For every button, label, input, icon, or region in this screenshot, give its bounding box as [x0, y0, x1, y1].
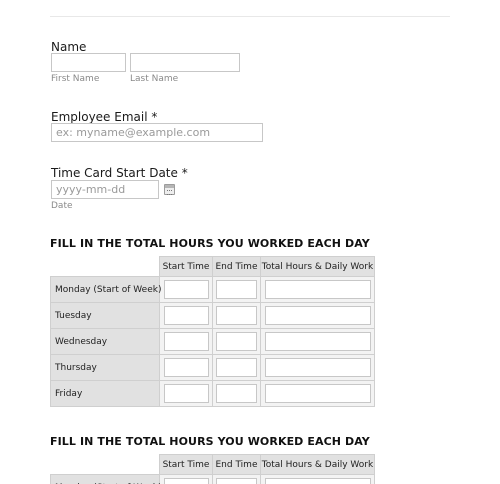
table-corner-cell [50, 256, 160, 277]
hours-table-1: Start Time End Time Total Hours & Daily Wo… [50, 256, 375, 407]
table-cell [159, 302, 213, 329]
table-cell [212, 380, 261, 407]
table-cell [159, 474, 213, 484]
table-cell [212, 474, 261, 484]
table-cell [260, 474, 375, 484]
calendar-icon[interactable] [164, 184, 175, 195]
total-hours-input[interactable] [264, 280, 371, 299]
top-divider [50, 16, 450, 17]
day-label: Friday [50, 380, 160, 407]
column-header: Start Time [159, 454, 213, 475]
total-hours-input[interactable] [264, 384, 371, 403]
first-name-input[interactable] [51, 53, 126, 72]
table-row: Thursday [50, 354, 375, 381]
table-header-row: Start Time End Time Total Hours & Daily Wo… [50, 256, 375, 277]
start-time-input[interactable] [163, 478, 209, 484]
start-time-input[interactable] [163, 358, 209, 377]
table-cell [260, 328, 375, 355]
table-row: Monday (Start of Week) [50, 276, 375, 303]
last-name-input[interactable] [130, 53, 240, 72]
last-name-sublabel: Last Name [130, 74, 179, 84]
end-time-input[interactable] [216, 358, 257, 377]
start-date-input[interactable] [51, 180, 159, 199]
email-input[interactable] [51, 123, 263, 142]
first-name-sublabel: First Name [51, 74, 100, 84]
column-header: Total Hours & Daily Work [260, 256, 375, 277]
column-header: End Time [212, 256, 261, 277]
table-cell [260, 302, 375, 329]
table-row: Tuesday [50, 302, 375, 329]
day-label: Wednesday [50, 328, 160, 355]
table-cell [159, 276, 213, 303]
day-label: Monday (Start of Week) [50, 474, 161, 484]
start-time-input[interactable] [163, 306, 209, 325]
end-time-input[interactable] [216, 478, 257, 484]
total-hours-input[interactable] [264, 306, 371, 325]
start-time-input[interactable] [163, 280, 209, 299]
start-date-label: Time Card Start Date * [51, 166, 188, 180]
hours-heading-2: FILL IN THE TOTAL HOURS YOU WORKED EACH … [50, 435, 370, 448]
column-header: End Time [212, 454, 261, 475]
table-header-row: Start Time End Time Total Hours & Daily Wo… [50, 454, 375, 475]
start-time-input[interactable] [163, 384, 209, 403]
table-cell [260, 354, 375, 381]
end-time-input[interactable] [216, 332, 257, 351]
start-time-input[interactable] [163, 332, 209, 351]
day-label: Monday (Start of Week) [50, 276, 161, 303]
email-label: Employee Email * [51, 110, 158, 124]
table-cell [159, 328, 213, 355]
day-label: Thursday [50, 354, 160, 381]
end-time-input[interactable] [216, 280, 257, 299]
hours-table-2: Start Time End Time Total Hours & Daily Wo… [50, 454, 375, 484]
table-row: Friday [50, 380, 375, 407]
table-cell [212, 276, 261, 303]
day-label: Tuesday [50, 302, 160, 329]
table-cell [260, 380, 375, 407]
table-cell [212, 354, 261, 381]
table-cell [159, 380, 213, 407]
column-header: Start Time [159, 256, 213, 277]
table-cell [260, 276, 375, 303]
total-hours-input[interactable] [264, 478, 371, 484]
total-hours-input[interactable] [264, 332, 371, 351]
start-date-sublabel: Date [51, 201, 73, 211]
table-cell [212, 328, 261, 355]
table-corner-cell [50, 454, 160, 475]
table-cell [159, 354, 213, 381]
name-label: Name [51, 40, 87, 54]
column-header: Total Hours & Daily Work [260, 454, 375, 475]
table-row: Wednesday [50, 328, 375, 355]
end-time-input[interactable] [216, 384, 257, 403]
table-cell [212, 302, 261, 329]
table-row: Monday (Start of Week) [50, 474, 375, 484]
total-hours-input[interactable] [264, 358, 371, 377]
end-time-input[interactable] [216, 306, 257, 325]
hours-heading-1: FILL IN THE TOTAL HOURS YOU WORKED EACH … [50, 237, 370, 250]
